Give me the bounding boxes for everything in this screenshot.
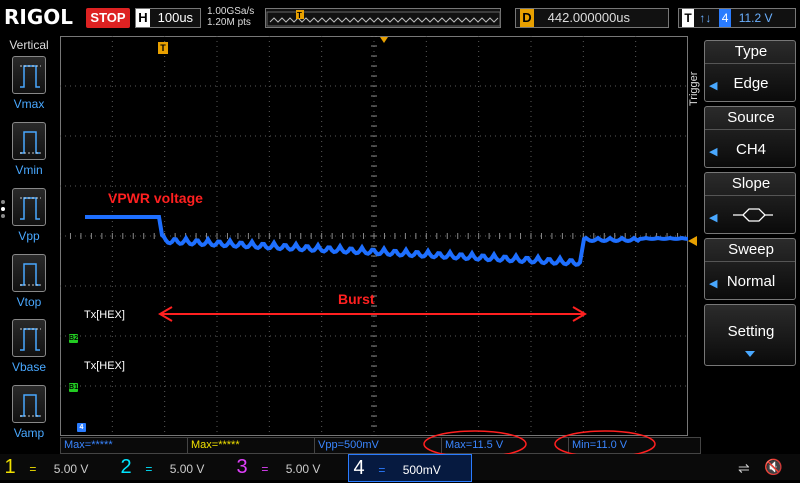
dc-coupling-icon: =	[378, 463, 386, 477]
memory-trigger-marker: T	[297, 11, 302, 20]
divider	[705, 195, 795, 196]
vamp-waveform-icon	[20, 394, 41, 417]
decoder-label-b1: Tx[HEX]	[84, 360, 125, 372]
trigger-type-button[interactable]: Type ◀ Edge	[704, 40, 796, 102]
left-arrow-icon: ◀	[709, 212, 718, 224]
trigger-channel: 4	[718, 9, 732, 27]
channel-2-number: 2	[120, 456, 132, 478]
divider	[705, 63, 795, 64]
trigger-slope-icon: ↑↓	[699, 11, 712, 25]
trigger-sweep-button[interactable]: Sweep ◀ Normal	[704, 238, 796, 300]
waveform-display[interactable]	[59, 35, 689, 437]
page-dots-icon[interactable]	[1, 200, 6, 224]
vbase-waveform-icon	[20, 328, 41, 351]
trigger-source-button[interactable]: Source ◀ CH4	[704, 106, 796, 168]
decoder-label-b2: Tx[HEX]	[84, 309, 125, 321]
run-stop-indicator[interactable]: STOP	[86, 8, 130, 28]
sweep-label: Sweep	[728, 241, 774, 258]
measurement-2[interactable]: Max=*****	[187, 437, 318, 454]
channel-2-tab[interactable]: 2 = 5.00 V	[116, 454, 230, 480]
channel-3-number: 3	[236, 456, 248, 478]
memory-depth: 1.20M pts	[207, 17, 251, 28]
trigger-menu-title: Trigger	[688, 71, 700, 106]
vmax-waveform-icon	[20, 65, 41, 88]
channel-3-tab[interactable]: 3 = 5.00 V	[232, 454, 346, 480]
divider	[705, 261, 795, 262]
measure-vtop-label: Vtop	[16, 295, 42, 309]
sweep-value: Normal	[726, 273, 776, 290]
ch4-waveform-trace	[85, 215, 689, 267]
bus-b1-marker[interactable]: B1	[69, 383, 78, 392]
delay-key: D	[520, 9, 534, 27]
channel-4-tab[interactable]: 4 = 500mV	[348, 454, 472, 482]
measure-vbase-label: Vbase	[11, 360, 47, 374]
timebase-value: 100us	[157, 10, 194, 25]
sample-rate: 1.00GSa/s	[207, 6, 255, 17]
acquisition-info: 1.00GSa/s 1.20M pts	[207, 6, 254, 28]
channel-3-scale: 5.00 V	[285, 462, 321, 476]
timebase-box[interactable]: H 100us	[135, 8, 201, 28]
memory-waveform-icon: T	[266, 10, 501, 27]
slope-label: Slope	[731, 175, 771, 192]
measure-vbase-button[interactable]	[12, 319, 46, 357]
vpp-waveform-icon	[20, 197, 41, 220]
usb-icon: ⇌	[738, 460, 750, 476]
measure-vmin-button[interactable]	[12, 122, 46, 160]
type-value: Edge	[733, 75, 769, 92]
horizontal-key: H	[136, 9, 150, 27]
measure-vamp-label: Vamp	[13, 426, 45, 440]
vtop-waveform-icon	[20, 263, 41, 286]
dc-coupling-icon: =	[29, 462, 37, 476]
brand-logo: RIGOL	[4, 5, 74, 29]
measure-vmax-button[interactable]	[12, 56, 46, 94]
bus-b2-marker[interactable]: B2	[69, 334, 78, 343]
vmin-waveform-icon	[20, 131, 41, 154]
channel-1-number: 1	[4, 456, 16, 478]
dc-coupling-icon: =	[261, 462, 269, 476]
burst-annotation: Burst	[338, 291, 375, 307]
graticule	[59, 35, 689, 437]
dc-coupling-icon: =	[145, 462, 153, 476]
measure-vamp-button[interactable]	[12, 385, 46, 423]
channel4-ground-marker[interactable]: 4	[77, 423, 86, 432]
memory-overview-strip[interactable]: T	[265, 8, 501, 28]
source-label: Source	[727, 109, 775, 126]
channel-1-tab[interactable]: 1 = 5.00 V	[0, 454, 114, 480]
measure-vmin-label: Vmin	[15, 163, 43, 177]
top-status-bar: RIGOL STOP H 100us 1.00GSa/s 1.20M pts T…	[0, 0, 800, 36]
rise-fall-slope-icon	[733, 208, 773, 222]
trigger-slope-button[interactable]: Slope ◀	[704, 172, 796, 234]
submenu-down-arrow-icon	[745, 351, 755, 357]
speaker-muted-icon[interactable]: 🔇	[764, 458, 783, 476]
measurement-1[interactable]: Max=*****	[60, 437, 191, 454]
channel-2-scale: 5.00 V	[169, 462, 205, 476]
trigger-key: T	[682, 9, 694, 27]
setting-label: Setting	[727, 323, 775, 340]
vertical-panel-title: Vertical	[9, 38, 49, 52]
measure-vpp-button[interactable]	[12, 188, 46, 226]
trigger-position-marker[interactable]: T	[158, 42, 168, 54]
divider	[705, 129, 795, 130]
measurement-1-text: Max=*****	[64, 439, 113, 451]
delay-box[interactable]: D 442.000000us	[515, 8, 669, 28]
measure-vpp-label: Vpp	[18, 229, 40, 243]
measure-vmax-label: Vmax	[13, 97, 45, 111]
channel-bar: 1 = 5.00 V 2 = 5.00 V 3 = 5.00 V 4 = 500…	[0, 454, 800, 482]
measurement-2-text: Max=*****	[191, 439, 240, 451]
trigger-level-arrow-icon[interactable]	[688, 236, 697, 246]
channel-1-scale: 5.00 V	[53, 462, 89, 476]
delay-value: 442.000000us	[547, 10, 631, 25]
source-value: CH4	[735, 141, 766, 158]
vpwr-annotation: VPWR voltage	[108, 190, 203, 206]
channel-4-scale: 500mV	[402, 463, 441, 477]
measure-vtop-button[interactable]	[12, 254, 46, 292]
trigger-setting-button[interactable]: Setting	[704, 304, 796, 366]
measurement-3-text: Vpp=500mV	[318, 439, 379, 451]
trigger-level: 11.2 V	[738, 11, 773, 25]
channel-4-number: 4	[353, 457, 365, 479]
trigger-status-box[interactable]: T ↑↓ 4 11.2 V	[678, 8, 796, 28]
type-label: Type	[734, 43, 768, 60]
center-trigger-arrow-icon	[380, 37, 388, 43]
